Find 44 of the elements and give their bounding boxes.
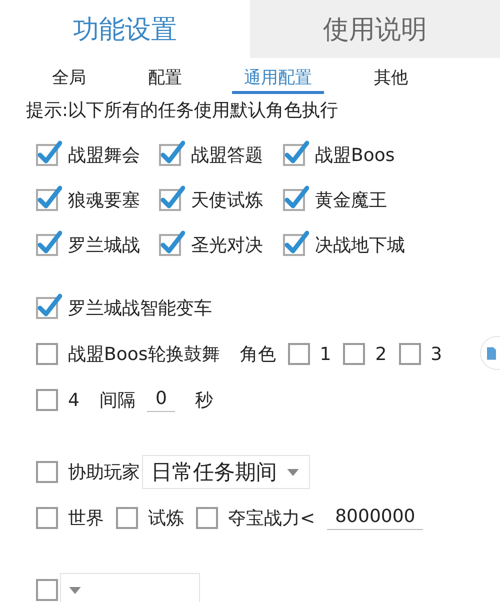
checkbox-label: 狼魂要塞 <box>68 188 140 212</box>
sub-tab[interactable]: 配置 <box>136 58 194 94</box>
checkbox-label: 战盟Boos <box>315 144 395 166</box>
sub-tab[interactable]: 全局 <box>40 58 98 94</box>
checkbox[interactable] <box>283 230 309 256</box>
label-text: 角色 <box>240 343 276 366</box>
checkbox-label: 协助玩家 <box>68 461 140 484</box>
checkbox[interactable] <box>36 184 62 210</box>
checkbox[interactable] <box>159 230 185 256</box>
checkbox[interactable] <box>159 140 185 166</box>
hint-text: 提示:以下所有的任务使用默认角色执行 <box>25 99 340 123</box>
checkbox-label: 4 <box>68 390 80 410</box>
sub-tab[interactable]: 通用配置 <box>232 58 324 94</box>
document-icon <box>487 346 496 360</box>
checkbox-label: 罗兰城战 <box>68 234 140 256</box>
checkbox-label: 天使试炼 <box>191 188 263 212</box>
checkbox-label: 1 <box>320 344 332 364</box>
checkbox-label: 黄金魔王 <box>315 188 387 212</box>
sub-tab[interactable]: 其他 <box>362 58 420 94</box>
checkbox-label: 战盟答题 <box>191 144 263 166</box>
caret-icon <box>69 586 81 594</box>
checkbox-label: 战盟Boos轮换鼓舞 <box>68 343 220 366</box>
checkbox[interactable] <box>36 140 62 166</box>
main-tab[interactable]: 使用说明 <box>250 0 500 58</box>
checkbox-label: 世界 <box>68 507 104 530</box>
label-text: 秒 <box>194 389 213 412</box>
checkbox-label: 夺宝战力< <box>228 507 316 530</box>
checkbox-label: 罗兰城战智能变车 <box>68 297 212 320</box>
label-text: 间隔 <box>99 389 136 412</box>
checkbox-label: 决战地下城 <box>315 234 405 256</box>
checkbox-label: 3 <box>430 344 442 364</box>
checkbox[interactable] <box>159 184 185 210</box>
checkbox[interactable] <box>283 140 309 166</box>
checkbox[interactable] <box>36 293 62 319</box>
caret-icon <box>287 468 299 476</box>
checkbox-label: 2 <box>375 344 387 364</box>
dropdown[interactable]: 日常任务期间 <box>142 455 310 489</box>
input-field[interactable]: 0 <box>147 388 175 412</box>
checkbox-label: 战盟舞会 <box>68 144 140 166</box>
checkbox-label: 圣光对决 <box>191 234 263 256</box>
checkbox[interactable] <box>36 230 62 256</box>
input-field[interactable]: 8000000 <box>327 506 424 530</box>
checkbox-label: 试炼 <box>148 507 184 530</box>
checkbox[interactable] <box>283 184 309 210</box>
